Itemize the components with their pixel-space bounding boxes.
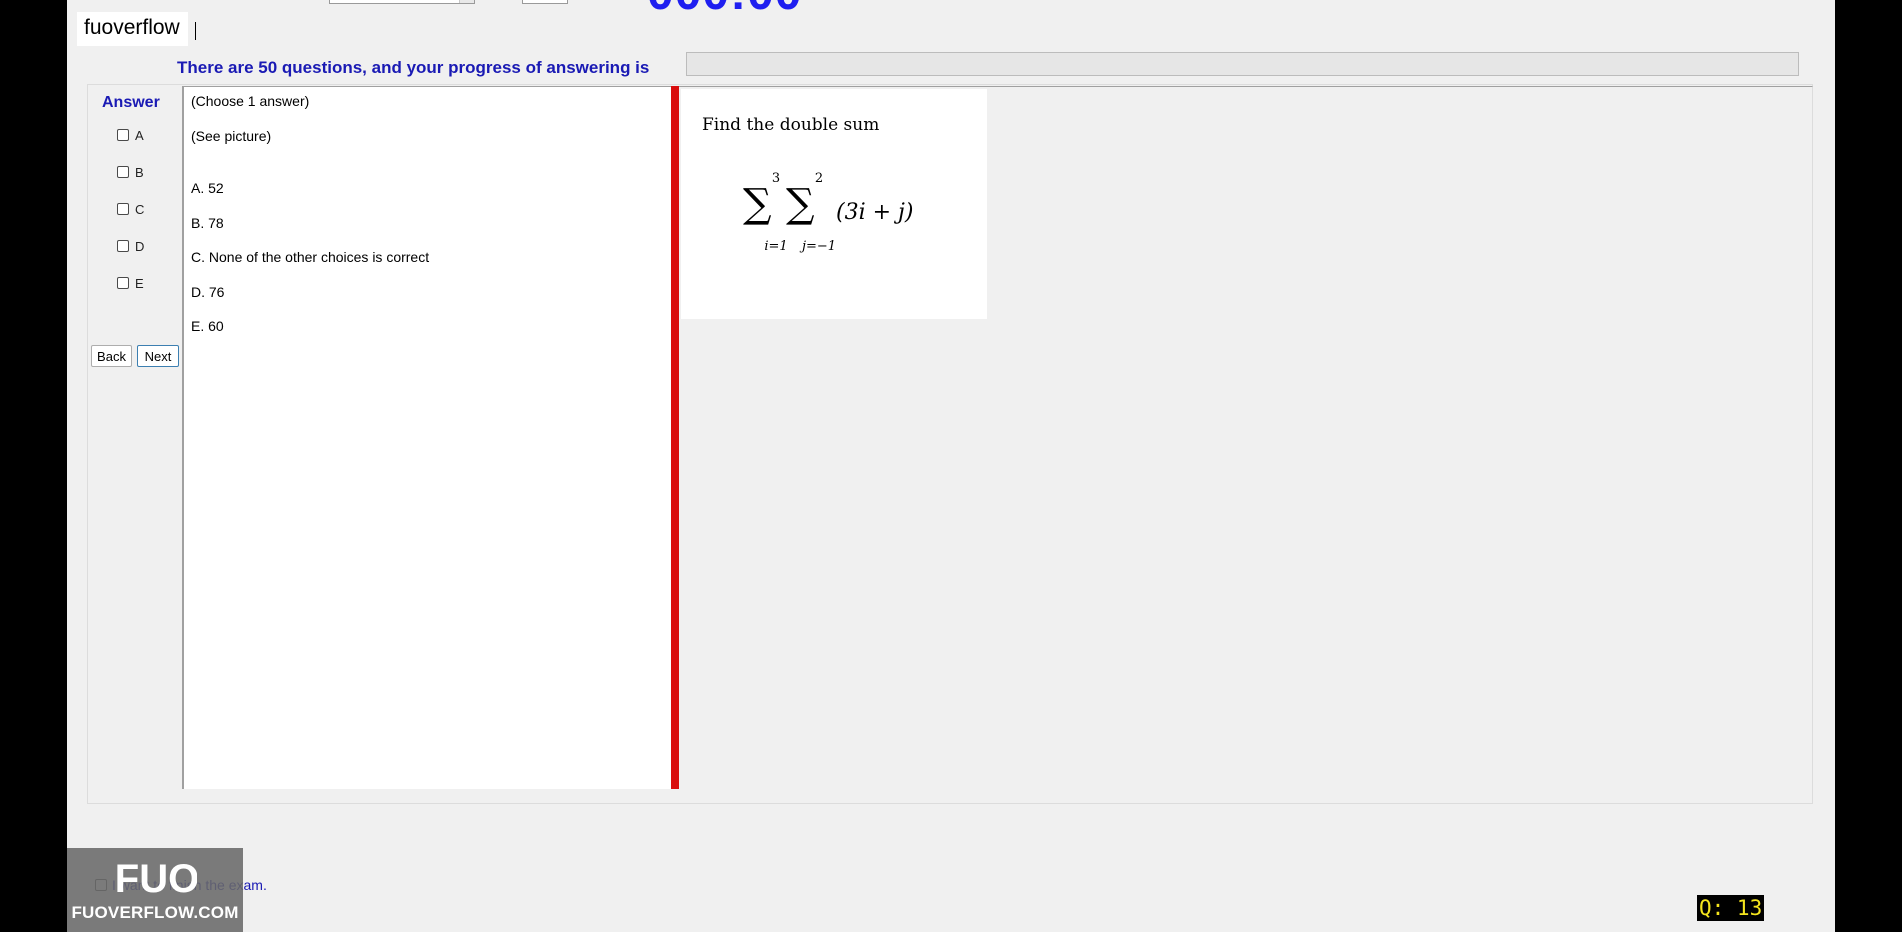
checkbox-a[interactable] — [117, 129, 129, 141]
see-picture-text: (See picture) — [191, 128, 272, 144]
fuo-logo-icon: FUO — [117, 857, 197, 898]
answer-option-label: A — [135, 127, 144, 143]
answer-option-label: B — [135, 164, 144, 180]
inner-sigma: ∑ — [786, 181, 815, 227]
top-small-field[interactable] — [522, 0, 568, 4]
checkbox-e[interactable] — [117, 277, 129, 289]
logo-text: FUOVERFLOW.COM — [71, 903, 239, 922]
checkbox-c[interactable] — [117, 203, 129, 215]
inner-upper-limit: 2 — [815, 171, 823, 186]
choice-b: B. 78 — [191, 215, 224, 231]
panel-splitter[interactable] — [671, 86, 679, 789]
dropdown-arrow-icon[interactable] — [459, 0, 474, 3]
progress-bar — [686, 52, 1799, 76]
progress-text: There are 50 questions, and your progres… — [177, 58, 650, 77]
answer-option-b[interactable]: B — [117, 163, 144, 181]
outer-upper-limit: 3 — [772, 171, 780, 186]
timer-display: 000:00 — [647, 0, 802, 14]
answer-option-label: E — [135, 275, 144, 291]
question-number-badge: Q: 13 — [1697, 895, 1765, 921]
question-instruction: (Choose 1 answer) — [191, 93, 310, 109]
checkbox-b[interactable] — [117, 166, 129, 178]
top-dropdown[interactable] — [329, 0, 475, 4]
outer-lower-limit: i=1 — [764, 239, 787, 254]
watermark-logo: FUO FUOVERFLOW.COM — [67, 848, 243, 932]
answer-option-e[interactable]: E — [117, 274, 144, 292]
exam-window: 000:00 fuoverflow There are 50 questions… — [67, 0, 1835, 932]
checkbox-d[interactable] — [117, 240, 129, 252]
sum-expression: (3i + j) — [836, 200, 913, 225]
outer-sigma: ∑ — [743, 181, 772, 227]
question-panel[interactable]: (Choose 1 answer) (See picture) A. 52 B.… — [182, 86, 671, 789]
choice-d: D. 76 — [191, 284, 225, 300]
answer-title: Answer — [102, 94, 160, 111]
site-label[interactable]: fuoverflow — [77, 12, 188, 46]
choice-e: E. 60 — [191, 318, 224, 334]
answer-option-d[interactable]: D — [117, 237, 144, 255]
answer-option-label: C — [135, 201, 145, 217]
next-button[interactable]: Next — [137, 345, 179, 367]
answer-option-c[interactable]: C — [117, 200, 144, 218]
choice-a: A. 52 — [191, 180, 224, 196]
text-caret — [195, 22, 196, 40]
inner-lower-limit: j=−1 — [799, 239, 836, 254]
choice-c: C. None of the other choices is correct — [191, 249, 430, 265]
answer-option-a[interactable]: A — [117, 126, 144, 144]
question-picture: Find the double sum 3 ∑ i=1 2 ∑ j=−1 (3i… — [681, 89, 987, 319]
timer-clip: 000:00 — [647, 0, 867, 14]
back-button[interactable]: Back — [91, 345, 132, 367]
double-sum-formula: 3 ∑ i=1 2 ∑ j=−1 (3i + j) — [743, 171, 913, 254]
logo-mark-text: FUO — [117, 857, 197, 898]
answer-option-label: D — [135, 238, 145, 254]
